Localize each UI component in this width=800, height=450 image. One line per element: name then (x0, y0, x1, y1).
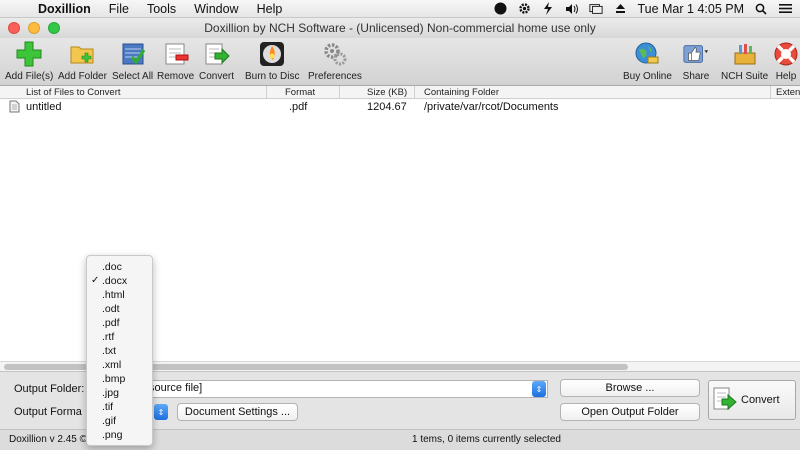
plus-icon (15, 40, 43, 68)
select-all-button[interactable]: Select All (112, 40, 153, 82)
add-files-button[interactable]: Add File(s) (5, 40, 53, 82)
column-extension[interactable]: Exten (776, 87, 800, 98)
column-size[interactable]: Size (KB) (367, 87, 407, 98)
zoom-window-button[interactable] (48, 22, 60, 34)
format-option-pdf[interactable]: .pdf (87, 316, 152, 330)
output-folder-field[interactable]: source file] (143, 380, 548, 398)
version-text: Doxillion v 2.45 © (9, 434, 87, 445)
minimize-window-button[interactable] (28, 22, 40, 34)
toolbar: Add File(s) Add Folder Select All Remove… (0, 38, 800, 86)
share-button[interactable]: Share (682, 40, 710, 82)
chevron-updown-icon: ⇕ (535, 384, 543, 394)
output-folder-dropdown-arrow[interactable]: ⇕ (532, 381, 546, 397)
menu-window[interactable]: Window (185, 2, 247, 16)
format-option-gif[interactable]: .gif (87, 414, 152, 428)
window-title: Doxillion by NCH Software - (Unlicensed)… (204, 21, 596, 35)
chevron-updown-icon: ⇕ (157, 407, 165, 417)
select-all-icon (119, 40, 147, 68)
column-containing-folder[interactable]: Containing Folder (424, 87, 499, 98)
gear-icon[interactable] (517, 2, 531, 16)
checkmark-icon: ✓ (91, 275, 100, 286)
file-list-header: List of Files to Convert Format Size (KB… (0, 86, 800, 99)
menubar-clock[interactable]: Tue Mar 1 4:05 PM (637, 2, 744, 16)
volume-icon[interactable] (565, 2, 579, 16)
toolbox-icon (731, 40, 759, 68)
row-file-name: untitled (26, 101, 62, 113)
row-file-format: .pdf (289, 101, 308, 113)
format-option-rtf[interactable]: .rtf (87, 330, 152, 344)
window-titlebar: Doxillion by NCH Software - (Unlicensed)… (0, 18, 800, 38)
window-controls (8, 22, 60, 34)
globe-cart-icon (633, 40, 661, 68)
output-format-menu[interactable]: .doc ✓ .docx .html .odt .pdf .rtf .txt .x… (86, 255, 153, 446)
document-icon (9, 100, 20, 116)
system-menubar: Doxillion File Tools Window Help Tue Mar… (0, 0, 800, 18)
buy-online-button[interactable]: Buy Online (623, 40, 672, 82)
remove-button[interactable]: Remove (157, 40, 194, 82)
convert-toolbar-button[interactable]: Convert (199, 40, 234, 82)
preferences-button[interactable]: Preferences (308, 40, 362, 82)
format-option-bmp[interactable]: .bmp (87, 372, 152, 386)
convert-button[interactable]: Convert (708, 380, 796, 420)
format-option-txt[interactable]: .txt (87, 344, 152, 358)
notification-list-icon[interactable] (778, 2, 792, 16)
row-containing-folder: /private/var/rcot/Documents (424, 101, 559, 113)
bolt-icon[interactable] (541, 2, 555, 16)
thumbs-up-icon (682, 40, 710, 68)
add-folder-button[interactable]: Add Folder (58, 40, 107, 82)
menu-tools[interactable]: Tools (138, 2, 185, 16)
output-format-dropdown-arrow[interactable]: ⇕ (154, 404, 168, 420)
nch-suite-button[interactable]: NCH Suite (721, 40, 768, 82)
menu-help[interactable]: Help (248, 2, 292, 16)
remove-icon (162, 40, 190, 68)
burn-to-disc-button[interactable]: Burn to Disc (245, 40, 299, 82)
menu-file[interactable]: File (100, 2, 138, 16)
eject-icon[interactable] (613, 2, 627, 16)
selection-status: 1 tems, 0 items currently selected (412, 434, 561, 445)
app-menu[interactable]: Doxillion (32, 2, 100, 16)
output-format-label: Output Forma (14, 406, 82, 418)
column-name[interactable]: List of Files to Convert (26, 87, 121, 98)
open-output-folder-button[interactable]: Open Output Folder (560, 403, 700, 421)
convert-arrow-icon (203, 40, 231, 68)
column-format[interactable]: Format (285, 87, 315, 98)
row-file-size: 1204.67 (367, 101, 407, 113)
format-option-png[interactable]: .png (87, 428, 152, 442)
display-icon[interactable] (589, 2, 604, 16)
browse-button[interactable]: Browse ... (560, 379, 700, 397)
format-option-html[interactable]: .html (87, 288, 152, 302)
spotlight-search-icon[interactable] (754, 2, 768, 16)
folder-plus-icon (68, 40, 96, 68)
format-option-xml[interactable]: .xml (87, 358, 152, 372)
format-option-docx[interactable]: ✓ .docx (87, 274, 152, 288)
convert-arrow-icon (713, 386, 737, 415)
format-option-doc[interactable]: .doc (87, 260, 152, 274)
close-window-button[interactable] (8, 22, 20, 34)
status-blob-icon[interactable] (493, 2, 507, 16)
burn-disc-icon (258, 40, 286, 68)
format-option-odt[interactable]: .odt (87, 302, 152, 316)
document-settings-button[interactable]: Document Settings ... (177, 403, 298, 421)
format-option-tif[interactable]: .tif (87, 400, 152, 414)
lifebuoy-icon (772, 40, 800, 68)
gears-icon (321, 40, 349, 68)
format-option-jpg[interactable]: .jpg (87, 386, 152, 400)
table-row[interactable]: untitled .pdf 1204.67 /private/var/rcot/… (0, 100, 800, 114)
help-button[interactable]: Help (772, 40, 800, 82)
output-folder-label: Output Folder: (14, 383, 85, 395)
